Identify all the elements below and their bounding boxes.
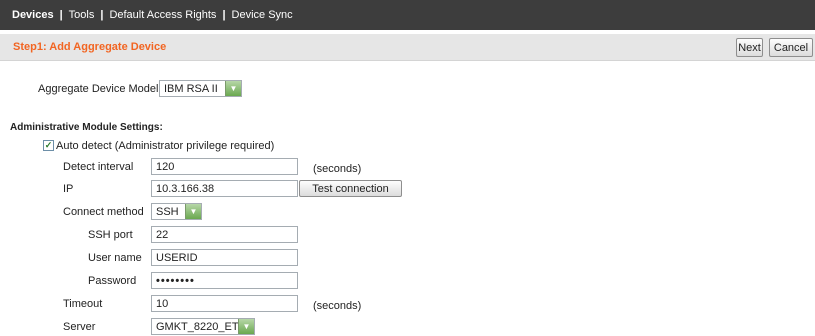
chevron-down-icon: ▼ <box>238 319 254 334</box>
aggregate-device-model-label: Aggregate Device Model <box>38 83 159 95</box>
server-select[interactable]: GMKT_8220_ETD ▼ <box>151 318 255 335</box>
timeout-input[interactable] <box>151 295 298 312</box>
nav-devices[interactable]: Devices <box>12 9 54 21</box>
nav-default-access-rights[interactable]: Default Access Rights <box>109 9 216 21</box>
next-button[interactable]: Next <box>736 38 763 57</box>
nav-separator: | <box>222 9 226 21</box>
detect-interval-unit: (seconds) <box>313 163 362 175</box>
detect-interval-input[interactable] <box>151 158 298 175</box>
chevron-down-icon: ▼ <box>225 81 241 96</box>
timeout-unit: (seconds) <box>313 300 362 312</box>
nav-separator: | <box>59 9 63 21</box>
password-label: Password <box>88 275 137 287</box>
section-title: Administrative Module Settings: <box>10 122 163 133</box>
connect-method-select[interactable]: SSH ▼ <box>151 203 202 220</box>
ip-input[interactable] <box>151 180 298 197</box>
auto-detect-checkbox[interactable]: ✓ <box>43 140 54 151</box>
auto-detect-label: Auto detect (Administrator privilege req… <box>56 140 275 152</box>
chevron-down-icon: ▼ <box>185 204 201 219</box>
cancel-button[interactable]: Cancel <box>769 38 813 57</box>
test-connection-button[interactable]: Test connection <box>299 180 402 197</box>
connect-method-label: Connect method <box>63 206 144 218</box>
timeout-label: Timeout <box>63 298 103 310</box>
nav-tools[interactable]: Tools <box>69 9 95 21</box>
user-name-input[interactable] <box>151 249 298 266</box>
detect-interval-label: Detect interval <box>63 161 134 173</box>
ssh-port-label: SSH port <box>88 229 133 241</box>
ssh-port-input[interactable] <box>151 226 298 243</box>
step-title: Step1: Add Aggregate Device <box>13 41 167 53</box>
nav-device-sync[interactable]: Device Sync <box>232 9 293 21</box>
connect-method-value: SSH <box>156 205 179 218</box>
aggregate-device-model-select[interactable]: IBM RSA II ▼ <box>159 80 242 97</box>
step-bar: Step1: Add Aggregate Device Next Cancel <box>0 34 815 61</box>
aggregate-device-model-value: IBM RSA II <box>164 82 218 95</box>
top-nav-bar: Devices | Tools | Default Access Rights … <box>0 0 815 30</box>
user-name-label: User name <box>88 252 142 264</box>
ip-label: IP <box>63 183 74 195</box>
server-label: Server <box>63 321 96 333</box>
server-value: GMKT_8220_ETD <box>156 320 238 333</box>
password-input[interactable] <box>151 272 298 289</box>
nav-separator: | <box>100 9 104 21</box>
